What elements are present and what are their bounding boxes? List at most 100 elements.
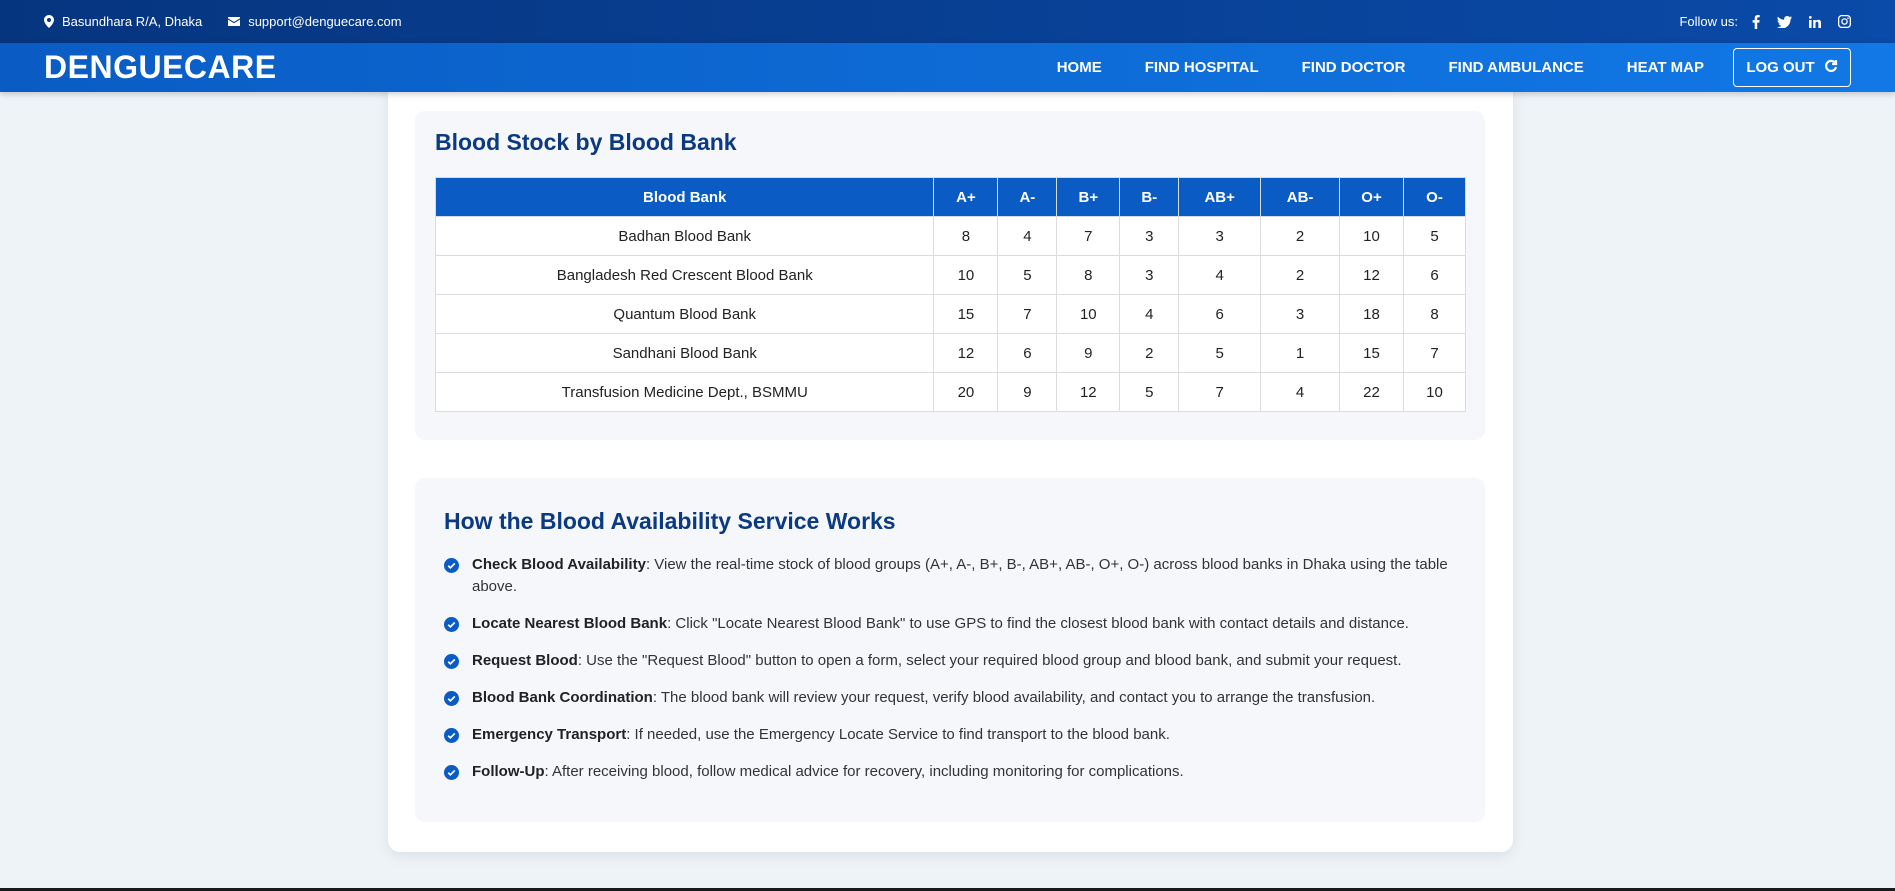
stock-cell: 5: [1178, 333, 1262, 373]
bank-name-cell: Bangladesh Red Crescent Blood Bank: [434, 255, 935, 295]
nav-find-ambulance-link[interactable]: FIND AMBULANCE: [1449, 59, 1584, 76]
email-info[interactable]: support@denguecare.com: [228, 14, 402, 29]
top-info-bar: Basundhara R/A, Dhaka support@denguecare…: [0, 0, 1895, 43]
check-circle-icon: [444, 654, 459, 669]
stock-cell: 4: [1260, 372, 1341, 412]
stock-cell: 10: [1339, 216, 1404, 256]
bank-name-cell: Transfusion Medicine Dept., BSMMU: [434, 372, 935, 412]
stock-cell: 12: [1339, 255, 1404, 295]
address-text: Basundhara R/A, Dhaka: [62, 14, 203, 29]
stock-cell: 6: [1178, 294, 1262, 334]
stock-cell: 9: [1056, 333, 1121, 373]
step-text: Emergency Transport: If needed, use the …: [472, 724, 1170, 746]
stock-cell: 18: [1339, 294, 1404, 334]
address-info: Basundhara R/A, Dhaka: [44, 14, 202, 29]
column-header: O-: [1402, 177, 1467, 217]
step-description: : If needed, use the Emergency Locate Se…: [626, 726, 1170, 743]
column-header: B-: [1119, 177, 1180, 217]
stock-cell: 2: [1260, 255, 1341, 295]
follow-us-label: Follow us:: [1679, 14, 1738, 29]
email-text[interactable]: support@denguecare.com: [248, 14, 401, 29]
content-card: Blood Stock by Blood Bank Blood Bank A+ …: [388, 80, 1513, 852]
list-item: Locate Nearest Blood Bank: Click "Locate…: [444, 613, 1464, 635]
how-it-works-panel: How the Blood Availability Service Works…: [415, 478, 1485, 822]
check-circle-icon: [444, 728, 459, 743]
location-pin-icon: [44, 15, 54, 28]
blood-stock-panel: Blood Stock by Blood Bank Blood Bank A+ …: [415, 111, 1485, 440]
nav-find-doctor-link[interactable]: FIND DOCTOR: [1302, 59, 1406, 76]
bank-name-cell: Sandhani Blood Bank: [434, 333, 935, 373]
blood-stock-title: Blood Stock by Blood Bank: [435, 129, 737, 155]
list-item: Follow-Up: After receiving blood, follow…: [444, 761, 1464, 783]
step-label: Request Blood: [472, 652, 578, 669]
linkedin-icon[interactable]: [1809, 15, 1821, 28]
stock-cell: 9: [997, 372, 1058, 412]
nav-heat-map-link[interactable]: HEAT MAP: [1627, 59, 1704, 76]
stock-cell: 5: [997, 255, 1058, 295]
stock-cell: 2: [1260, 216, 1341, 256]
column-header: Blood Bank: [434, 177, 935, 217]
step-text: Blood Bank Coordination: The blood bank …: [472, 687, 1375, 709]
step-label: Emergency Transport: [472, 726, 627, 743]
logout-label: LOG OUT: [1746, 59, 1815, 76]
step-label: Blood Bank Coordination: [472, 689, 653, 706]
table-row: Transfusion Medicine Dept., BSMMU 20 9 1…: [434, 372, 1467, 412]
stock-cell: 2: [1119, 333, 1180, 373]
step-text: Locate Nearest Blood Bank: Click "Locate…: [472, 613, 1409, 635]
step-label: Locate Nearest Blood Bank: [472, 615, 668, 632]
nav-links: HOME FIND HOSPITAL FIND DOCTOR FIND AMBU…: [1057, 48, 1851, 87]
table-row: Badhan Blood Bank 8 4 7 3 3 2 10 5: [434, 216, 1467, 256]
check-circle-icon: [444, 558, 459, 573]
nav-find-hospital-link[interactable]: FIND HOSPITAL: [1145, 59, 1259, 76]
step-description: : The blood bank will review your reques…: [652, 689, 1376, 706]
step-label: Follow-Up: [472, 763, 545, 780]
facebook-icon[interactable]: [1752, 14, 1760, 29]
stock-cell: 20: [933, 372, 999, 412]
column-header: A-: [997, 177, 1058, 217]
logout-button[interactable]: LOG OUT: [1733, 48, 1851, 87]
stock-cell: 8: [1402, 294, 1467, 334]
column-header: AB+: [1178, 177, 1262, 217]
step-text: Request Blood: Use the "Request Blood" b…: [472, 650, 1402, 672]
list-item: Request Blood: Use the "Request Blood" b…: [444, 650, 1464, 672]
logout-icon: [1824, 59, 1838, 77]
stock-cell: 15: [933, 294, 999, 334]
table-row: Bangladesh Red Crescent Blood Bank 10 5 …: [434, 255, 1467, 295]
blood-stock-table: Blood Bank A+ A- B+ B- AB+ AB- O+ O- Bad…: [434, 177, 1467, 412]
instagram-icon[interactable]: [1838, 15, 1851, 28]
nav-home-link[interactable]: HOME: [1057, 59, 1102, 76]
stock-cell: 4: [1178, 255, 1262, 295]
stock-cell: 7: [1178, 372, 1262, 412]
stock-cell: 6: [1402, 255, 1467, 295]
table-row: Quantum Blood Bank 15 7 10 4 6 3 18 8: [434, 294, 1467, 334]
stock-cell: 15: [1339, 333, 1404, 373]
check-circle-icon: [444, 765, 459, 780]
stock-cell: 3: [1119, 216, 1180, 256]
stock-cell: 22: [1339, 372, 1404, 412]
stock-cell: 4: [1119, 294, 1180, 334]
table-header-row: Blood Bank A+ A- B+ B- AB+ AB- O+ O-: [434, 177, 1467, 217]
column-header: A+: [933, 177, 999, 217]
list-item: Check Blood Availability: View the real-…: [444, 554, 1464, 598]
column-header: O+: [1339, 177, 1404, 217]
check-circle-icon: [444, 617, 459, 632]
stock-cell: 10: [1056, 294, 1121, 334]
step-text: Check Blood Availability: View the real-…: [472, 554, 1464, 598]
stock-cell: 3: [1119, 255, 1180, 295]
stock-cell: 1: [1260, 333, 1341, 373]
twitter-icon[interactable]: [1777, 15, 1792, 28]
social-links: [1752, 14, 1851, 29]
brand-logo[interactable]: DENGUECARE: [44, 49, 277, 86]
bank-name-cell: Quantum Blood Bank: [434, 294, 935, 334]
how-it-works-title: How the Blood Availability Service Works: [444, 508, 896, 534]
stock-cell: 12: [1056, 372, 1121, 412]
stock-cell: 7: [1056, 216, 1121, 256]
step-description: : Click "Locate Nearest Blood Bank" to u…: [667, 615, 1409, 632]
stock-cell: 7: [997, 294, 1058, 334]
list-item: Emergency Transport: If needed, use the …: [444, 724, 1464, 746]
stock-cell: 7: [1402, 333, 1467, 373]
step-description: : After receiving blood, follow medical …: [544, 763, 1184, 780]
stock-cell: 5: [1119, 372, 1180, 412]
stock-cell: 6: [997, 333, 1058, 373]
step-description: : Use the "Request Blood" button to open…: [577, 652, 1402, 669]
